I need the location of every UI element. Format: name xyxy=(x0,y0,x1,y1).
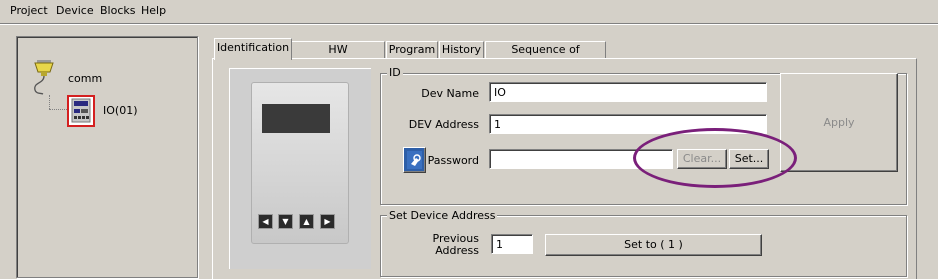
dev-address-label: DEV Address xyxy=(408,118,479,131)
menu-device[interactable]: Device xyxy=(56,4,94,17)
io-device-icon[interactable] xyxy=(67,95,95,127)
tree-item-comm[interactable]: comm xyxy=(68,72,102,85)
apply-button[interactable]: Apply xyxy=(780,73,898,172)
comm-connector-icon[interactable] xyxy=(31,58,57,96)
tree-item-io-device[interactable]: IO(01) xyxy=(103,104,137,117)
tree-connector-line xyxy=(49,95,50,109)
menu-project[interactable]: Project xyxy=(10,4,48,17)
menu-bar: Project Device Blocks Help xyxy=(0,0,938,22)
id-group-title: ID xyxy=(387,66,403,79)
password-label: Password xyxy=(427,154,479,167)
device-display xyxy=(262,104,330,133)
tab-identification[interactable]: Identification xyxy=(214,38,292,60)
menu-help[interactable]: Help xyxy=(141,4,166,17)
dev-name-label: Dev Name xyxy=(421,87,479,100)
menu-blocks[interactable]: Blocks xyxy=(100,4,135,17)
tree-connector-line xyxy=(49,109,67,110)
previous-address-input[interactable]: 1 xyxy=(491,234,533,254)
set-to-address-button[interactable]: Set to ( 1 ) xyxy=(545,234,762,256)
device-right-icon: ▶ xyxy=(320,214,335,229)
tab-program[interactable]: Program xyxy=(386,41,438,59)
device-left-icon: ◀ xyxy=(258,214,273,229)
highlight-ellipse xyxy=(633,128,797,188)
dev-name-input[interactable]: IO xyxy=(489,82,767,102)
tab-hw-configuration[interactable]: HW Configuration xyxy=(291,41,385,72)
menu-separator-highlight xyxy=(0,24,938,25)
tab-history[interactable]: History xyxy=(439,41,484,59)
device-up-icon: ▲ xyxy=(299,214,314,229)
tab-sequence-of-operation[interactable]: Sequence of operation xyxy=(485,41,606,72)
device-down-icon: ▼ xyxy=(278,214,293,229)
previous-address-label-line2: Address xyxy=(435,244,479,257)
set-device-address-title: Set Device Address xyxy=(387,209,498,222)
project-tree[interactable]: comm IO(01) xyxy=(16,36,198,278)
